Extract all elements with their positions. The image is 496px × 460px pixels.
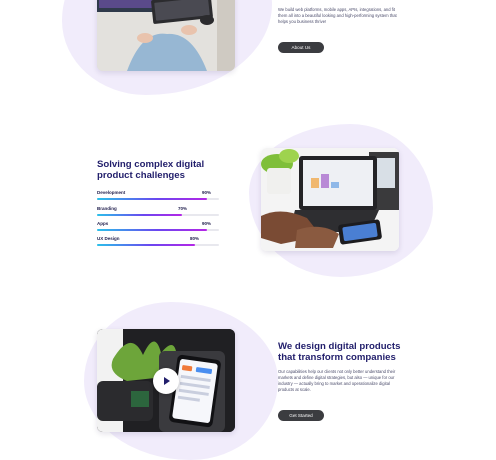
get-started-button[interactable]: Get Started [278,410,324,421]
bottom-heading: We design digital products that transfor… [278,341,408,363]
play-icon [164,376,170,385]
tablet-keyboard-illustration [261,148,399,251]
top-paragraph: We build web platforms, mobile apps, API… [278,7,397,24]
skills-heading: Solving complex digital product challeng… [97,159,227,181]
skill-percent: 80% [189,236,199,241]
skill-label: Development [97,190,126,195]
tablet-photo [261,148,399,251]
play-button[interactable] [153,368,179,394]
skills-heading-text: Solving complex digital product challeng… [97,159,205,181]
bottom-paragraph: Our capabilities help our clients not on… [278,369,396,392]
skill-progress-fill [97,198,207,201]
desk-keyboard-illustration [97,0,235,71]
skill-progress-fill [97,229,207,232]
skill-percent: 70% [177,206,187,211]
skill-label: Branding [97,206,117,211]
skill-label: Apps [97,221,109,226]
skill-percent: 90% [201,221,211,226]
skill-progress-fill [97,244,195,247]
skill-progress-bar [97,198,219,201]
workspace-photo [97,0,235,71]
skill-progress-bar [97,214,219,217]
about-us-button[interactable]: About Us [278,42,324,53]
skill-label: UX Design [97,236,120,241]
skill-percent: 90% [201,190,211,195]
skill-progress-bar [97,229,219,232]
skill-progress-fill [97,214,183,217]
bottom-heading-text: We design digital products that transfor… [278,341,401,363]
skill-progress-bar [97,244,219,247]
